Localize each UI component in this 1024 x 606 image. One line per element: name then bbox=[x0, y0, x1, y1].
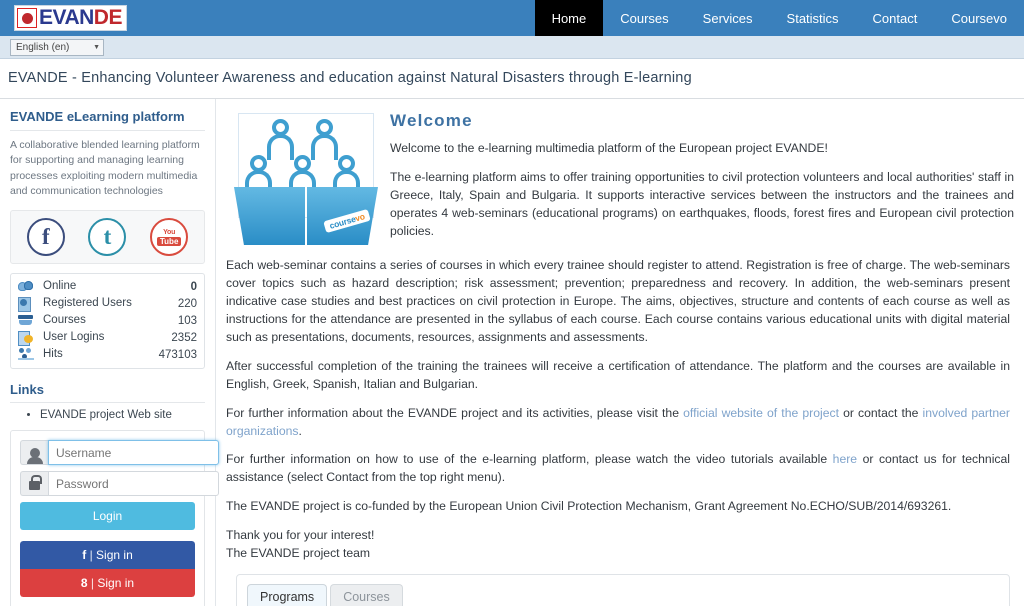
signoff-line-1: Thank you for your interest! bbox=[226, 528, 375, 543]
google-signin-label: Sign in bbox=[97, 576, 135, 591]
site-logo[interactable]: EVANDE bbox=[14, 5, 127, 31]
sidebar-block-title: EVANDE eLearning platform bbox=[10, 109, 185, 124]
stat-value-courses: 103 bbox=[177, 314, 197, 327]
tab-programs[interactable]: Programs bbox=[247, 584, 328, 606]
hits-icon bbox=[18, 347, 35, 362]
stat-label-hits: Hits bbox=[43, 348, 63, 361]
logo-wordmark: EVANDE bbox=[39, 6, 122, 30]
social-links-box: f t You Tube bbox=[10, 210, 205, 265]
online-users-icon bbox=[18, 279, 35, 294]
language-select-value: English (en) bbox=[16, 41, 70, 53]
language-bar: English (en) ▼ bbox=[0, 36, 1024, 59]
link-evande-website[interactable]: EVANDE project Web site bbox=[40, 409, 172, 421]
nav-item-coursevo[interactable]: Coursevo bbox=[934, 0, 1024, 36]
stat-row-online: Online 0 bbox=[18, 278, 197, 295]
welcome-signoff: Thank you for your interest! The EVANDE … bbox=[222, 527, 1018, 563]
user-logins-icon bbox=[18, 330, 35, 347]
login-button[interactable]: Login bbox=[20, 502, 195, 531]
page-title: EVANDE - Enhancing Volunteer Awareness a… bbox=[0, 59, 1024, 99]
paragraph-5-pre: For further information about the EVANDE… bbox=[226, 405, 684, 420]
sidebar: EVANDE eLearning platform A collaborativ… bbox=[0, 99, 219, 606]
username-row bbox=[20, 440, 219, 466]
stat-value-user-logins: 2352 bbox=[171, 331, 197, 344]
password-row bbox=[20, 471, 219, 497]
google-signin-separator: | bbox=[90, 576, 95, 591]
logo-text-part2: DE bbox=[93, 6, 123, 29]
main-content: coursevo Welcome Welcome to the e-learni… bbox=[216, 99, 1024, 606]
stat-value-online: 0 bbox=[190, 280, 197, 293]
link-official-website[interactable]: official website of the project bbox=[683, 406, 839, 420]
statistics-box: Online 0 Registered Users 220 Courses 10… bbox=[10, 273, 205, 370]
nav-item-home[interactable]: Home bbox=[534, 0, 604, 36]
welcome-paragraph-3: Each web-seminar contains a series of co… bbox=[226, 258, 1010, 344]
links-divider bbox=[10, 402, 205, 404]
password-input[interactable] bbox=[48, 471, 219, 497]
sidebar-divider bbox=[10, 130, 205, 132]
page-layout: EVANDE eLearning platform A collaborativ… bbox=[0, 99, 1024, 606]
social-signin-group: f | Sign in 8 | Sign in bbox=[20, 541, 195, 598]
google-signin-button[interactable]: 8 | Sign in bbox=[20, 569, 195, 598]
welcome-section: coursevo Welcome Welcome to the e-learni… bbox=[222, 111, 1018, 257]
nav-item-services[interactable]: Services bbox=[686, 0, 770, 36]
nav-item-contact[interactable]: Contact bbox=[856, 0, 935, 36]
signoff-line-2: The EVANDE project team bbox=[226, 546, 371, 561]
top-header-bar: EVANDE Home Courses Services Statistics … bbox=[0, 0, 1024, 36]
youtube-icon-line2: Tube bbox=[156, 236, 182, 246]
evande-emblem-icon bbox=[17, 8, 37, 28]
stat-label-registered-users: Registered Users bbox=[43, 297, 132, 310]
logo-text-part1: EVAN bbox=[39, 6, 94, 29]
chevron-down-icon: ▼ bbox=[93, 43, 100, 51]
sidebar-block-description: A collaborative blended learning platfor… bbox=[10, 139, 200, 197]
facebook-signin-button[interactable]: f | Sign in bbox=[20, 541, 195, 570]
stat-row-hits: Hits 473103 bbox=[18, 346, 197, 363]
youtube-icon-line1: You bbox=[163, 228, 176, 236]
programs-courses-panel: Programs Courses Civil protection volunt… bbox=[236, 574, 1010, 606]
welcome-paragraph-6: For further information on how to use of… bbox=[222, 451, 1018, 487]
user-icon bbox=[20, 440, 48, 466]
welcome-paragraph-4: After successful completion of the train… bbox=[226, 358, 1010, 391]
welcome-text-column: Welcome Welcome to the e-learning multim… bbox=[390, 111, 1018, 252]
open-book-shape: coursevo bbox=[234, 187, 378, 249]
nav-item-statistics[interactable]: Statistics bbox=[770, 0, 856, 36]
tab-courses[interactable]: Courses bbox=[330, 584, 403, 606]
coursevo-badge-suffix: vo bbox=[353, 211, 366, 224]
welcome-paragraph-2: The e-learning platform aims to offer tr… bbox=[390, 169, 1014, 238]
facebook-icon[interactable]: f bbox=[26, 218, 65, 257]
coursevo-illustration: coursevo bbox=[232, 111, 380, 253]
welcome-heading: Welcome bbox=[390, 111, 473, 130]
stat-row-user-logins: User Logins 2352 bbox=[18, 329, 197, 347]
welcome-paragraph-1: Welcome to the e-learning multimedia pla… bbox=[390, 141, 828, 155]
stat-label-user-logins: User Logins bbox=[43, 331, 105, 344]
stat-value-hits: 473103 bbox=[158, 348, 197, 361]
twitter-icon[interactable]: t bbox=[88, 218, 127, 257]
username-input[interactable] bbox=[48, 440, 219, 466]
stat-label-online: Online bbox=[43, 280, 77, 293]
welcome-paragraph-7: The EVANDE project is co-funded by the E… bbox=[226, 499, 952, 514]
stat-row-registered-users: Registered Users 220 bbox=[18, 295, 197, 313]
stat-value-registered-users: 220 bbox=[177, 297, 197, 310]
lock-icon bbox=[20, 471, 48, 497]
main-navigation: Home Courses Services Statistics Contact… bbox=[534, 0, 1024, 36]
login-box: Login f | Sign in 8 | Sign in Free entra… bbox=[10, 430, 219, 606]
paragraph-5-post: . bbox=[298, 423, 302, 438]
link-video-tutorials[interactable]: here bbox=[833, 452, 857, 466]
welcome-paragraph-5: For further information about the EVANDE… bbox=[222, 405, 1018, 441]
stat-label-courses: Courses bbox=[43, 314, 86, 327]
language-select[interactable]: English (en) ▼ bbox=[10, 38, 104, 56]
links-heading: Links bbox=[10, 382, 44, 398]
youtube-icon[interactable]: You Tube bbox=[150, 218, 189, 257]
facebook-signin-label: Sign in bbox=[96, 548, 133, 563]
facebook-glyph-icon: f bbox=[82, 548, 87, 563]
stat-row-courses: Courses 103 bbox=[18, 312, 197, 329]
list-item[interactable]: EVANDE project Web site bbox=[40, 409, 205, 421]
links-list: EVANDE project Web site bbox=[40, 409, 205, 421]
facebook-signin-separator: | bbox=[89, 548, 93, 563]
paragraph-5-mid: or contact the bbox=[838, 405, 923, 420]
panel-tabs: Programs Courses bbox=[247, 583, 999, 606]
paragraph-6-pre: For further information on how to use of… bbox=[226, 452, 833, 467]
registered-users-icon bbox=[18, 296, 35, 313]
courses-icon bbox=[18, 313, 35, 328]
nav-item-courses[interactable]: Courses bbox=[603, 0, 685, 36]
google-glyph-icon: 8 bbox=[80, 576, 88, 591]
